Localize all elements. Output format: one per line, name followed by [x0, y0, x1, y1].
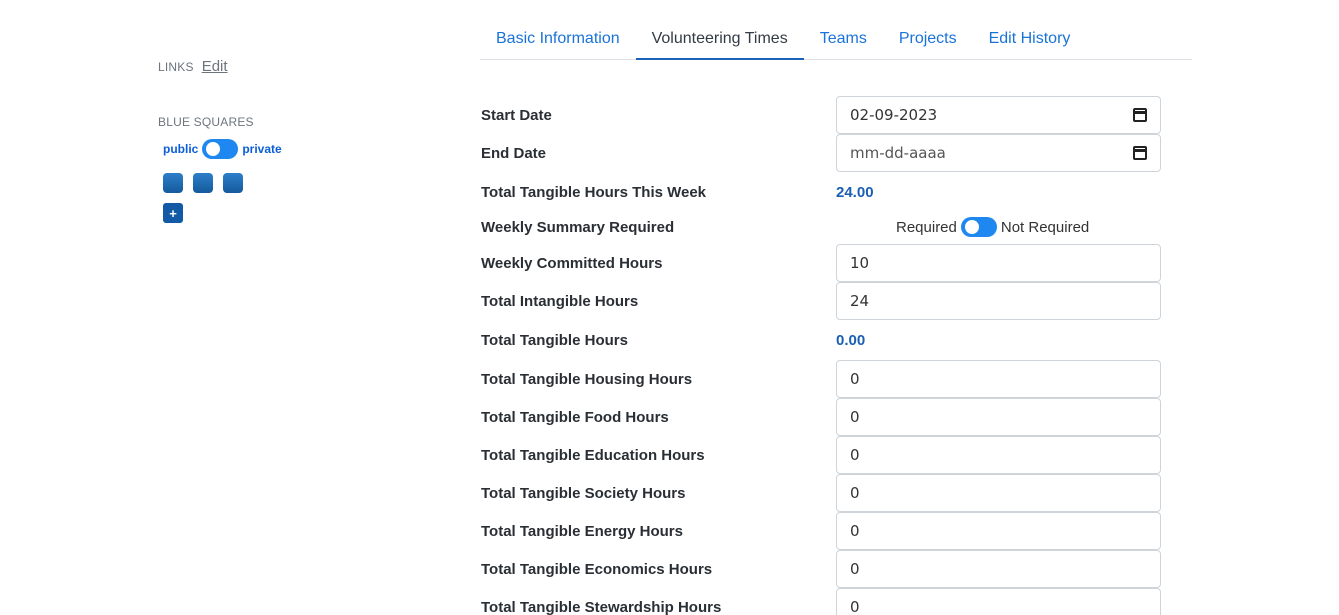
tab-volunteering-times[interactable]: Volunteering Times [635, 18, 804, 60]
tangible-total-value: 0.00 [836, 331, 866, 349]
sidebar: LINKS Edit BLUE SQUARES public private + [158, 58, 458, 223]
tangible-week-label: Total Tangible Hours This Week [481, 183, 707, 201]
tangible-total-label: Total Tangible Hours [481, 331, 628, 349]
tab-edit-history[interactable]: Edit History [973, 18, 1087, 60]
add-blue-square-button[interactable]: + [163, 203, 183, 223]
weekly-committed-label: Weekly Committed Hours [481, 254, 663, 272]
energy-input[interactable]: 0 [836, 512, 1161, 550]
end-date-input[interactable]: mm-dd-aaaa [836, 134, 1161, 172]
privacy-toggle[interactable] [202, 139, 239, 159]
weekly-summary-toggle[interactable] [960, 217, 997, 237]
stewardship-row: Total Tangible Stewardship Hours 0 [481, 588, 1161, 615]
society-row: Total Tangible Society Hours 0 [481, 474, 1161, 512]
blue-squares-label: BLUE SQUARES [158, 115, 254, 129]
toggle-knob [964, 220, 979, 234]
end-date-placeholder: mm-dd-aaaa [850, 144, 946, 162]
tab-basic-information[interactable]: Basic Information [480, 18, 636, 60]
economics-row: Total Tangible Economics Hours 0 [481, 550, 1161, 588]
food-input[interactable]: 0 [836, 398, 1161, 436]
education-row: Total Tangible Education Hours 0 [481, 436, 1161, 474]
profile-tabs: Basic Information Volunteering Times Tea… [480, 18, 1192, 60]
weekly-summary-label: Weekly Summary Required [481, 218, 675, 236]
calendar-icon[interactable] [1133, 108, 1147, 122]
links-edit-link[interactable]: Edit [202, 58, 228, 75]
intangible-label: Total Intangible Hours [481, 292, 639, 310]
weekly-summary-toggle-group: Required Not Required [896, 217, 1089, 237]
housing-row: Total Tangible Housing Hours 0 [481, 360, 1161, 398]
stewardship-label: Total Tangible Stewardship Hours [481, 598, 722, 615]
volunteering-times-form: Start Date 02-09-2023 End Date mm-dd-aaa… [481, 96, 1161, 615]
housing-label: Total Tangible Housing Hours [481, 370, 693, 388]
tangible-week-value: 24.00 [836, 183, 874, 201]
tangible-week-row: Total Tangible Hours This Week 24.00 [481, 172, 1161, 212]
privacy-private-label: private [242, 142, 282, 156]
weekly-committed-row: Weekly Committed Hours 10 [481, 244, 1161, 282]
blue-square[interactable] [193, 173, 213, 193]
tab-teams[interactable]: Teams [804, 18, 883, 60]
links-section: LINKS Edit [158, 58, 458, 75]
start-date-value: 02-09-2023 [850, 106, 938, 124]
start-date-row: Start Date 02-09-2023 [481, 96, 1161, 134]
intangible-row: Total Intangible Hours 24 [481, 282, 1161, 320]
privacy-public-label: public [163, 142, 199, 156]
education-input[interactable]: 0 [836, 436, 1161, 474]
food-label: Total Tangible Food Hours [481, 408, 669, 426]
tangible-total-row: Total Tangible Hours 0.00 [481, 320, 1161, 360]
education-label: Total Tangible Education Hours [481, 446, 705, 464]
toggle-knob [206, 142, 221, 156]
society-input[interactable]: 0 [836, 474, 1161, 512]
economics-label: Total Tangible Economics Hours [481, 560, 713, 578]
energy-label: Total Tangible Energy Hours [481, 522, 683, 540]
energy-row: Total Tangible Energy Hours 0 [481, 512, 1161, 550]
society-label: Total Tangible Society Hours [481, 484, 686, 502]
housing-input[interactable]: 0 [836, 360, 1161, 398]
links-label: LINKS [158, 60, 194, 74]
blue-squares-list [163, 173, 458, 193]
start-date-label: Start Date [481, 106, 552, 124]
end-date-row: End Date mm-dd-aaaa [481, 134, 1161, 172]
food-row: Total Tangible Food Hours 0 [481, 398, 1161, 436]
required-label: Required [896, 218, 957, 236]
blue-square[interactable] [163, 173, 183, 193]
tab-projects[interactable]: Projects [883, 18, 973, 60]
calendar-icon[interactable] [1133, 146, 1147, 160]
start-date-input[interactable]: 02-09-2023 [836, 96, 1161, 134]
blue-square[interactable] [223, 173, 243, 193]
not-required-label: Not Required [1000, 218, 1090, 236]
stewardship-input[interactable]: 0 [836, 588, 1161, 615]
economics-input[interactable]: 0 [836, 550, 1161, 588]
end-date-label: End Date [481, 144, 547, 162]
intangible-input[interactable]: 24 [836, 282, 1161, 320]
weekly-committed-input[interactable]: 10 [836, 244, 1161, 282]
blue-squares-privacy: public private [163, 139, 458, 159]
weekly-summary-row: Weekly Summary Required Required Not Req… [481, 212, 1161, 242]
